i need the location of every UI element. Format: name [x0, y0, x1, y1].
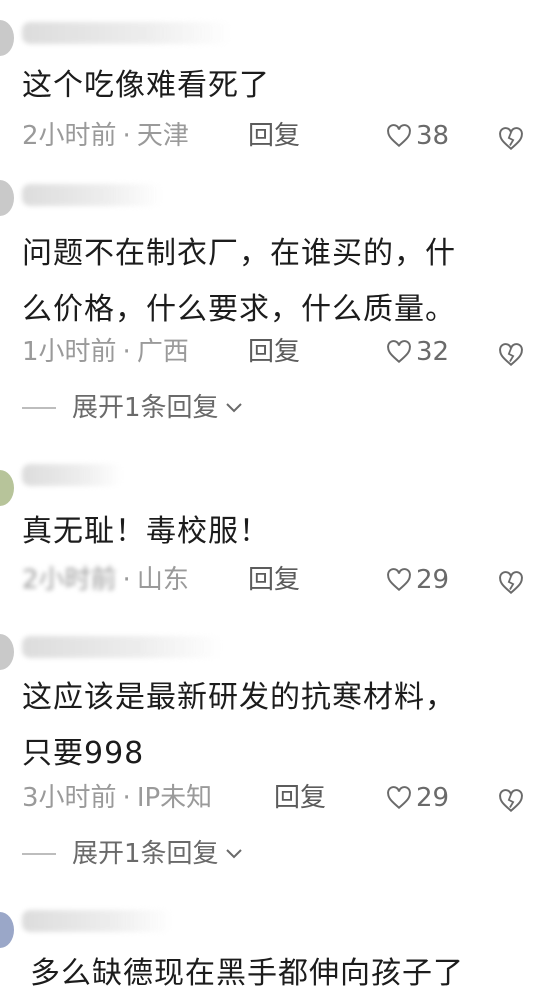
comment-text: 真无耻！毒校服！ — [22, 514, 270, 549]
broken-heart-icon — [499, 127, 523, 151]
username-blurred[interactable] — [22, 464, 122, 486]
like-count: 38 — [416, 121, 450, 151]
comment-location: 山东 — [136, 565, 189, 595]
dislike-button[interactable] — [498, 785, 524, 825]
separator: · — [122, 565, 131, 595]
divider — [22, 407, 56, 409]
comment-meta: 3小时前 · IP未知 回复 29 — [22, 778, 552, 818]
expand-replies-button[interactable]: 展开1条回复 — [22, 834, 243, 874]
reply-button[interactable]: 回复 — [274, 778, 326, 818]
divider — [22, 853, 56, 855]
time-location: 2小时前 · 山东 — [22, 560, 189, 600]
like-button[interactable]: 32 — [386, 332, 449, 372]
time-location: 2小时前 · 天津 — [22, 116, 189, 156]
heart-outline-icon — [387, 340, 411, 364]
time-location: 1小时前 · 广西 — [22, 332, 189, 372]
avatar[interactable] — [0, 20, 14, 56]
comment-text: 这个吃像难看死了 — [22, 68, 270, 103]
username-blurred[interactable] — [22, 184, 162, 206]
comment-location: 广西 — [136, 337, 189, 367]
expand-replies-label: 展开1条回复 — [72, 839, 219, 869]
username-blurred[interactable] — [22, 636, 222, 658]
like-button[interactable]: 29 — [386, 778, 449, 818]
chevron-down-icon — [225, 849, 242, 859]
comment-time: 3小时前 — [22, 783, 117, 813]
comment-time: 1小时前 — [22, 337, 117, 367]
expand-replies-button[interactable]: 展开1条回复 — [22, 388, 243, 428]
like-count: 32 — [416, 337, 450, 367]
heart-outline-icon — [387, 786, 411, 810]
comment-time: 2小时前 — [22, 565, 117, 595]
avatar[interactable] — [0, 180, 14, 216]
avatar[interactable] — [0, 470, 14, 506]
like-button[interactable]: 29 — [386, 560, 449, 600]
like-count: 29 — [416, 565, 450, 595]
dislike-button[interactable] — [498, 567, 524, 607]
reply-button[interactable]: 回复 — [248, 332, 300, 372]
reply-button[interactable]: 回复 — [248, 116, 300, 156]
comment-time: 2小时前 — [22, 121, 117, 151]
avatar[interactable] — [0, 912, 14, 948]
broken-heart-icon — [499, 571, 523, 595]
comment-text: 这应该是最新研发的抗寒材料， 只要998 — [22, 680, 456, 771]
comment-meta: 2小时前 · 天津 回复 38 — [22, 116, 552, 156]
comment-text: 问题不在制衣厂，在谁买的，什 么价格，什么要求，什么质量。 — [22, 236, 456, 327]
separator: · — [122, 337, 131, 367]
avatar[interactable] — [0, 634, 14, 670]
username-blurred[interactable] — [22, 22, 232, 44]
time-location: 3小时前 · IP未知 — [22, 778, 212, 818]
heart-outline-icon — [387, 124, 411, 148]
like-button[interactable]: 38 — [386, 116, 449, 156]
comment-text: 多么缺德现在黑手都伸向孩子了 — [30, 956, 464, 991]
separator: · — [122, 783, 131, 813]
reply-button[interactable]: 回复 — [248, 560, 300, 600]
chevron-down-icon — [225, 403, 242, 413]
separator: · — [122, 121, 131, 151]
dislike-button[interactable] — [498, 123, 524, 163]
username-blurred[interactable] — [22, 910, 172, 932]
broken-heart-icon — [499, 343, 523, 367]
comment-location: 天津 — [136, 121, 189, 151]
expand-replies-label: 展开1条回复 — [72, 393, 219, 423]
comment-meta: 2小时前 · 山东 回复 29 — [22, 560, 552, 600]
comment-meta: 1小时前 · 广西 回复 32 — [22, 332, 552, 372]
comment-location: IP未知 — [136, 783, 213, 813]
broken-heart-icon — [499, 789, 523, 813]
like-count: 29 — [416, 783, 450, 813]
heart-outline-icon — [387, 568, 411, 592]
dislike-button[interactable] — [498, 339, 524, 379]
